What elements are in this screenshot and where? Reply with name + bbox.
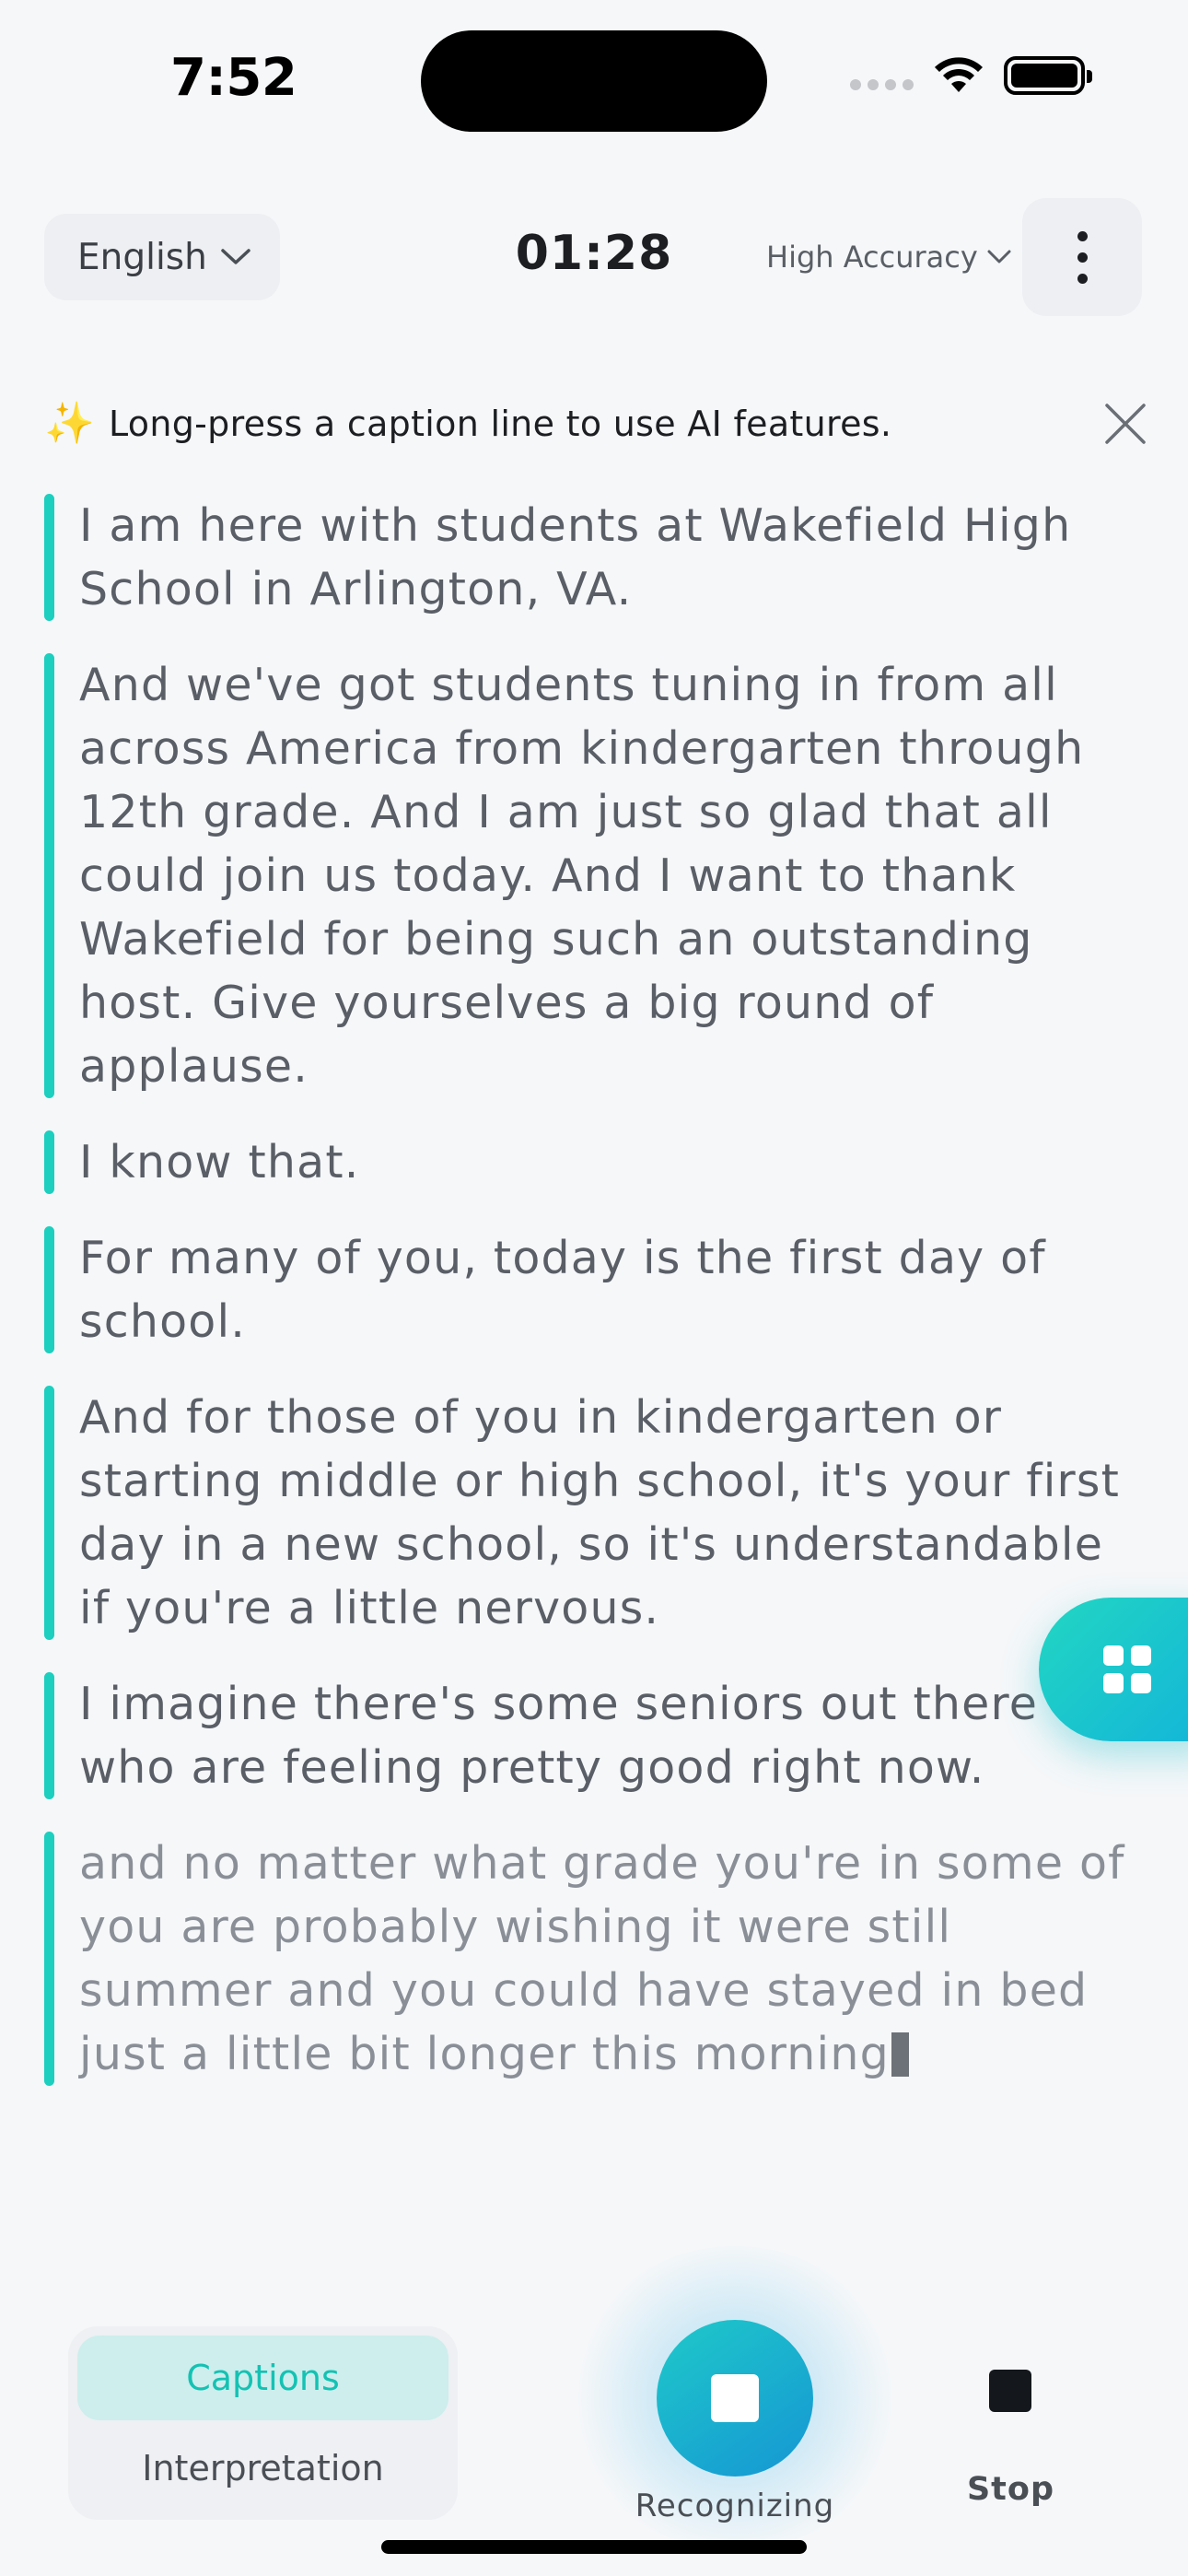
live-caption-line[interactable]: and no matter what grade you're in some … xyxy=(44,1832,1149,2086)
caption-line[interactable]: And for those of you in kindergarten or … xyxy=(44,1386,1149,1640)
battery-icon xyxy=(1004,56,1092,95)
caption-line[interactable]: For many of you, today is the first day … xyxy=(44,1226,1149,1353)
caption-line[interactable]: I imagine there's some seniors out there… xyxy=(44,1672,1149,1799)
home-indicator xyxy=(381,2540,807,2554)
record-button[interactable] xyxy=(657,2320,813,2476)
grid-icon xyxy=(1103,1645,1151,1693)
status-time: 7:52 xyxy=(170,48,297,108)
wifi-icon xyxy=(932,55,985,96)
accuracy-select[interactable]: High Accuracy xyxy=(766,240,1011,275)
caption-line[interactable]: I am here with students at Wakefield Hig… xyxy=(44,494,1149,621)
more-dot xyxy=(1077,252,1088,263)
stop-label: Stop xyxy=(966,2471,1055,2508)
more-dot xyxy=(1077,230,1088,241)
cellular-signal-icon xyxy=(850,79,914,90)
text-cursor xyxy=(891,2032,909,2077)
dynamic-island xyxy=(421,30,767,132)
caption-line[interactable]: I know that. xyxy=(44,1130,1149,1194)
accuracy-label: High Accuracy xyxy=(766,240,978,275)
status-icons xyxy=(850,55,1092,96)
close-icon[interactable] xyxy=(1101,400,1149,448)
mode-captions-button[interactable]: Captions xyxy=(77,2336,448,2420)
sparkles-icon: ✨ xyxy=(44,400,95,447)
chevron-down-icon xyxy=(987,250,1011,264)
caption-line[interactable]: And we've got students tuning in from al… xyxy=(44,653,1149,1098)
stop-icon xyxy=(989,2370,1031,2412)
caption-list: I am here with students at Wakefield Hig… xyxy=(44,494,1149,2118)
more-dot xyxy=(1077,273,1088,284)
tip-text: Long-press a caption line to use AI feat… xyxy=(109,404,892,444)
tip-banner: ✨ Long-press a caption line to use AI fe… xyxy=(44,394,1186,453)
ai-tools-button[interactable] xyxy=(1039,1598,1188,1741)
more-options-button[interactable] xyxy=(1022,198,1142,316)
live-caption-text: and no matter what grade you're in some … xyxy=(79,1837,1125,2080)
stop-square-icon xyxy=(711,2374,759,2422)
stop-button[interactable]: Stop xyxy=(958,2359,1064,2515)
